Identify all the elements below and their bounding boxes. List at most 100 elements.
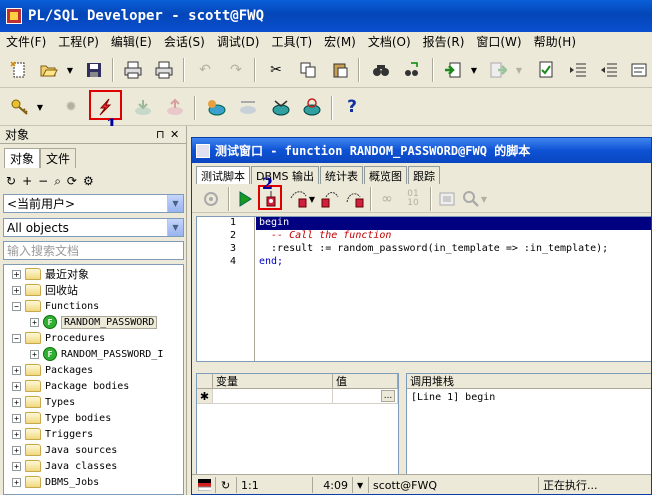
- code-editor[interactable]: 1 2 3 4 begin -- Call the function :resu…: [196, 216, 651, 362]
- watch-icon[interactable]: ∞: [376, 188, 398, 210]
- disconnect-icon[interactable]: [270, 96, 292, 118]
- tree-item-random-password-procedure[interactable]: + F RANDOM_PASSWORD_I: [30, 346, 163, 362]
- value-column-header[interactable]: 值: [333, 374, 398, 389]
- menu-file[interactable]: 文件(F): [0, 33, 52, 50]
- tree-item-types[interactable]: + Types: [12, 394, 75, 410]
- tab-objects[interactable]: 对象: [4, 148, 41, 168]
- connection-label[interactable]: scott@FWQ: [369, 477, 539, 493]
- expand-icon[interactable]: +: [12, 445, 21, 455]
- user-filter-select[interactable]: <当前用户> ▼: [3, 194, 184, 213]
- collapse-icon[interactable]: −: [12, 333, 21, 343]
- menu-project[interactable]: 工程(P): [52, 33, 105, 50]
- sync-icon[interactable]: ⟳: [67, 174, 77, 190]
- menu-tools[interactable]: 工具(T): [265, 33, 318, 50]
- debug-settings-icon[interactable]: [200, 188, 222, 210]
- remove-icon[interactable]: −: [38, 174, 48, 190]
- start-debug-icon[interactable]: [234, 188, 256, 210]
- help-icon[interactable]: ?: [341, 96, 363, 118]
- title-bar[interactable]: PL/SQL Developer - scott@FWQ: [0, 0, 652, 32]
- variable-name-cell[interactable]: [213, 389, 333, 404]
- menu-docs[interactable]: 文档(O): [362, 33, 417, 50]
- expand-icon[interactable]: +: [12, 461, 21, 471]
- tab-profiler[interactable]: 概览图: [364, 166, 407, 184]
- indent-icon[interactable]: [567, 59, 589, 81]
- menu-edit[interactable]: 编辑(E): [105, 33, 158, 50]
- tree-item-type-bodies[interactable]: + Type bodies: [12, 410, 111, 426]
- tab-test-script[interactable]: 测试脚本: [196, 166, 250, 184]
- chevron-down-icon[interactable]: ▼: [167, 219, 183, 236]
- import-dropdown-icon[interactable]: ▼: [470, 59, 478, 81]
- close-icon[interactable]: ✕: [170, 128, 179, 141]
- undo-icon[interactable]: ↶: [194, 59, 216, 81]
- filter-icon[interactable]: ⚙: [83, 174, 94, 190]
- search-dropdown-icon[interactable]: ▼: [480, 188, 488, 210]
- menu-reports[interactable]: 报告(R): [417, 33, 471, 50]
- tab-trace[interactable]: 跟踪: [408, 166, 440, 184]
- open-icon[interactable]: [38, 59, 60, 81]
- expand-icon[interactable]: +: [30, 317, 39, 327]
- db-refresh-icon[interactable]: [301, 96, 323, 118]
- tree-item-triggers[interactable]: + Triggers: [12, 426, 93, 442]
- tree-item-package-bodies[interactable]: + Package bodies: [12, 378, 129, 394]
- tree-item-recycle-bin[interactable]: + 回收站: [12, 282, 78, 298]
- refresh-icon[interactable]: ↻: [6, 174, 16, 190]
- chevron-down-icon[interactable]: ▼: [167, 195, 183, 212]
- step-out-icon[interactable]: [344, 188, 366, 210]
- expand-icon[interactable]: +: [30, 349, 39, 359]
- menu-debug[interactable]: 调试(D): [211, 33, 266, 50]
- expand-icon[interactable]: +: [12, 365, 21, 375]
- menu-window[interactable]: 窗口(W): [470, 33, 527, 50]
- expand-icon[interactable]: +: [12, 413, 21, 423]
- menu-help[interactable]: 帮助(H): [528, 33, 582, 50]
- expand-icon[interactable]: +: [12, 285, 21, 295]
- expand-icon[interactable]: +: [12, 269, 21, 279]
- menu-session[interactable]: 会话(S): [158, 33, 211, 50]
- variable-column-header[interactable]: 变量: [213, 374, 333, 389]
- step-into-icon[interactable]: [288, 188, 310, 210]
- tree-item-java-sources[interactable]: + Java sources: [12, 442, 117, 458]
- tree-item-procedures[interactable]: − Procedures: [12, 330, 105, 346]
- session-icon[interactable]: [205, 96, 227, 118]
- call-stack-row[interactable]: [Line 1] begin: [411, 392, 495, 403]
- connect-icon[interactable]: [237, 96, 259, 118]
- object-filter-select[interactable]: All objects ▼: [3, 218, 184, 237]
- export-dropdown-icon[interactable]: ▼: [515, 59, 523, 81]
- breakpoint-toggle-icon[interactable]: 01 10: [402, 188, 424, 210]
- tab-statistics[interactable]: 统计表: [320, 166, 363, 184]
- expand-icon[interactable]: +: [12, 477, 21, 487]
- add-icon[interactable]: +: [22, 174, 32, 190]
- commit-icon[interactable]: [132, 96, 154, 118]
- new-icon[interactable]: [8, 59, 30, 81]
- import-icon[interactable]: [442, 59, 464, 81]
- unindent-icon[interactable]: [598, 59, 620, 81]
- expand-icon[interactable]: +: [12, 397, 21, 407]
- tree-item-random-password-function[interactable]: + F RANDOM_PASSWORD: [30, 314, 158, 330]
- print-preview-icon[interactable]: [153, 59, 175, 81]
- search-input[interactable]: 输入搜索文档: [3, 241, 184, 260]
- tree-item-recent[interactable]: + 最近对象: [12, 266, 89, 282]
- menu-macro[interactable]: 宏(M): [318, 33, 362, 50]
- expand-icon[interactable]: +: [12, 381, 21, 391]
- connection-dropdown-icon[interactable]: ▼: [353, 477, 369, 493]
- cut-icon[interactable]: ✂: [265, 59, 287, 81]
- gear-icon[interactable]: ✹: [60, 96, 82, 118]
- open-dropdown-icon[interactable]: ▼: [66, 59, 74, 81]
- tree-item-java-classes[interactable]: + Java classes: [12, 458, 117, 474]
- pin-icon[interactable]: ⊓: [156, 128, 165, 141]
- key-dropdown-icon[interactable]: ▼: [36, 96, 44, 118]
- export-icon[interactable]: [487, 59, 509, 81]
- step-dropdown-icon[interactable]: ▼: [308, 188, 316, 210]
- copy-icon[interactable]: [297, 59, 319, 81]
- tree-item-dbms-jobs[interactable]: + DBMS_Jobs: [12, 474, 99, 490]
- execute-icon[interactable]: [535, 59, 557, 81]
- find-icon[interactable]: ⌕: [54, 174, 61, 190]
- window-list-icon[interactable]: [436, 188, 458, 210]
- print-icon[interactable]: [122, 59, 144, 81]
- find-icon[interactable]: [370, 59, 392, 81]
- tab-files[interactable]: 文件: [40, 148, 77, 168]
- key-icon[interactable]: [9, 96, 31, 118]
- redo-icon[interactable]: ↷: [225, 59, 247, 81]
- paste-icon[interactable]: [329, 59, 351, 81]
- rollback-icon[interactable]: [164, 96, 186, 118]
- find-next-icon[interactable]: [401, 59, 423, 81]
